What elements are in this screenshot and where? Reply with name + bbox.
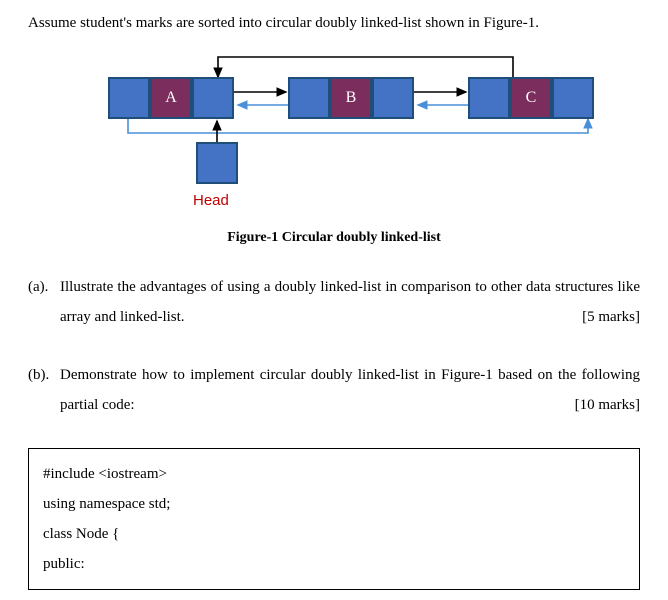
code-line-2: using namespace std;: [43, 489, 625, 519]
question-a-label: (a).: [28, 272, 60, 332]
node-b-prev: [288, 77, 330, 119]
question-b: (b). Demonstrate how to implement circul…: [28, 360, 640, 420]
code-line-1: #include <iostream>: [43, 459, 625, 489]
question-a-body: Illustrate the advantages of using a dou…: [60, 272, 640, 332]
question-b-marks: [10 marks]: [575, 390, 640, 420]
node-a-prev: [108, 77, 150, 119]
code-line-3: class Node {: [43, 519, 625, 549]
node-a-data: A: [150, 77, 192, 119]
question-b-label: (b).: [28, 360, 60, 420]
diagram-arrows: [68, 47, 628, 197]
head-label: Head: [193, 190, 229, 213]
node-c-next: [552, 77, 594, 119]
question-b-text: Demonstrate how to implement circular do…: [60, 367, 640, 413]
head-node: [196, 142, 238, 184]
node-b-next: [372, 77, 414, 119]
node-a-next: [192, 77, 234, 119]
node-b-data: B: [330, 77, 372, 119]
node-c-prev: [468, 77, 510, 119]
linked-list-diagram: A B C Head: [68, 47, 628, 187]
intro-text: Assume student's marks are sorted into c…: [28, 12, 640, 35]
node-c-data: C: [510, 77, 552, 119]
question-a-text: Illustrate the advantages of using a dou…: [60, 279, 640, 325]
question-b-body: Demonstrate how to implement circular do…: [60, 360, 640, 420]
question-a-marks: [5 marks]: [582, 302, 640, 332]
node-c: C: [468, 77, 594, 119]
figure-caption: Figure-1 Circular doubly linked-list: [28, 227, 640, 248]
question-a: (a). Illustrate the advantages of using …: [28, 272, 640, 332]
code-line-4: public:: [43, 549, 625, 579]
code-block: #include <iostream> using namespace std;…: [28, 448, 640, 590]
node-a: A: [108, 77, 234, 119]
node-b: B: [288, 77, 414, 119]
